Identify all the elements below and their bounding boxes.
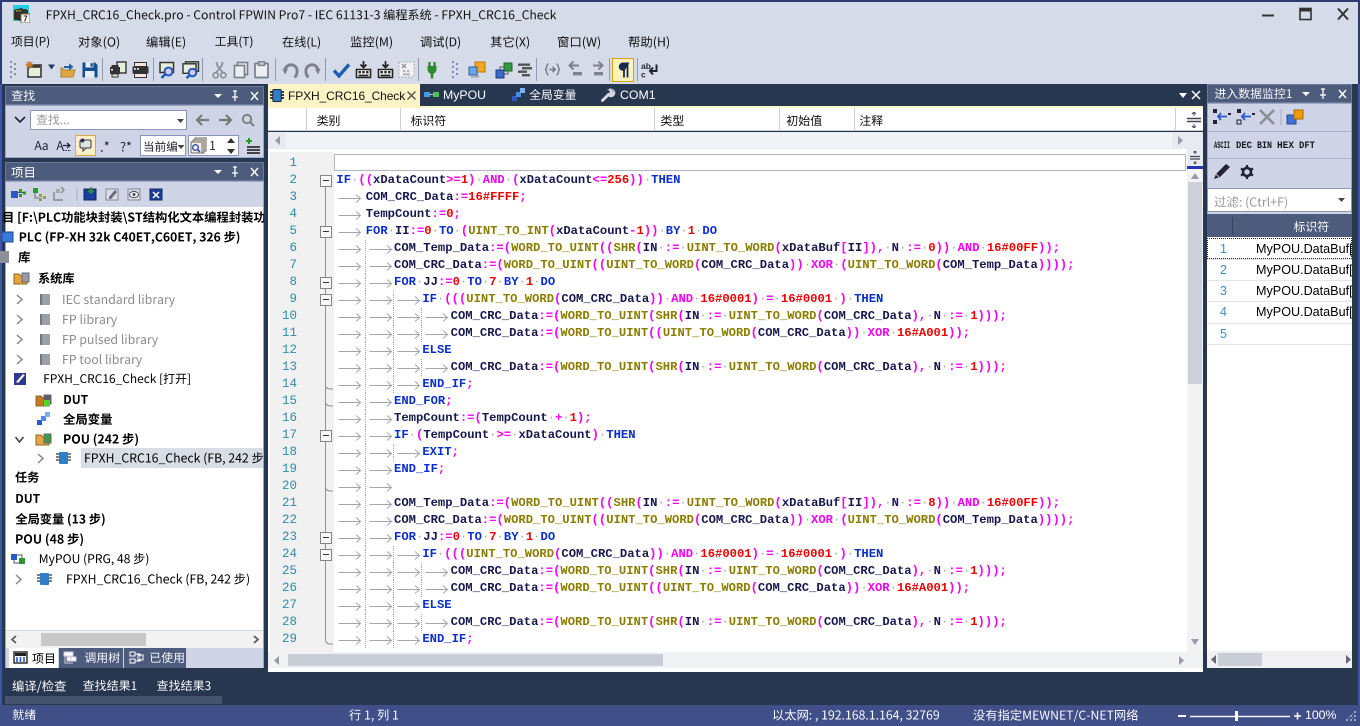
svg-text:ASCII: ASCII [1214, 140, 1230, 150]
svg-text:7: 7 [23, 14, 28, 23]
svg-text:c: c [641, 70, 646, 80]
svg-text:HEX: HEX [1277, 140, 1295, 150]
svg-text:DFT: DFT [1299, 140, 1315, 150]
svg-text:DEC: DEC [1236, 140, 1253, 150]
svg-text:BIN: BIN [1257, 140, 1272, 150]
